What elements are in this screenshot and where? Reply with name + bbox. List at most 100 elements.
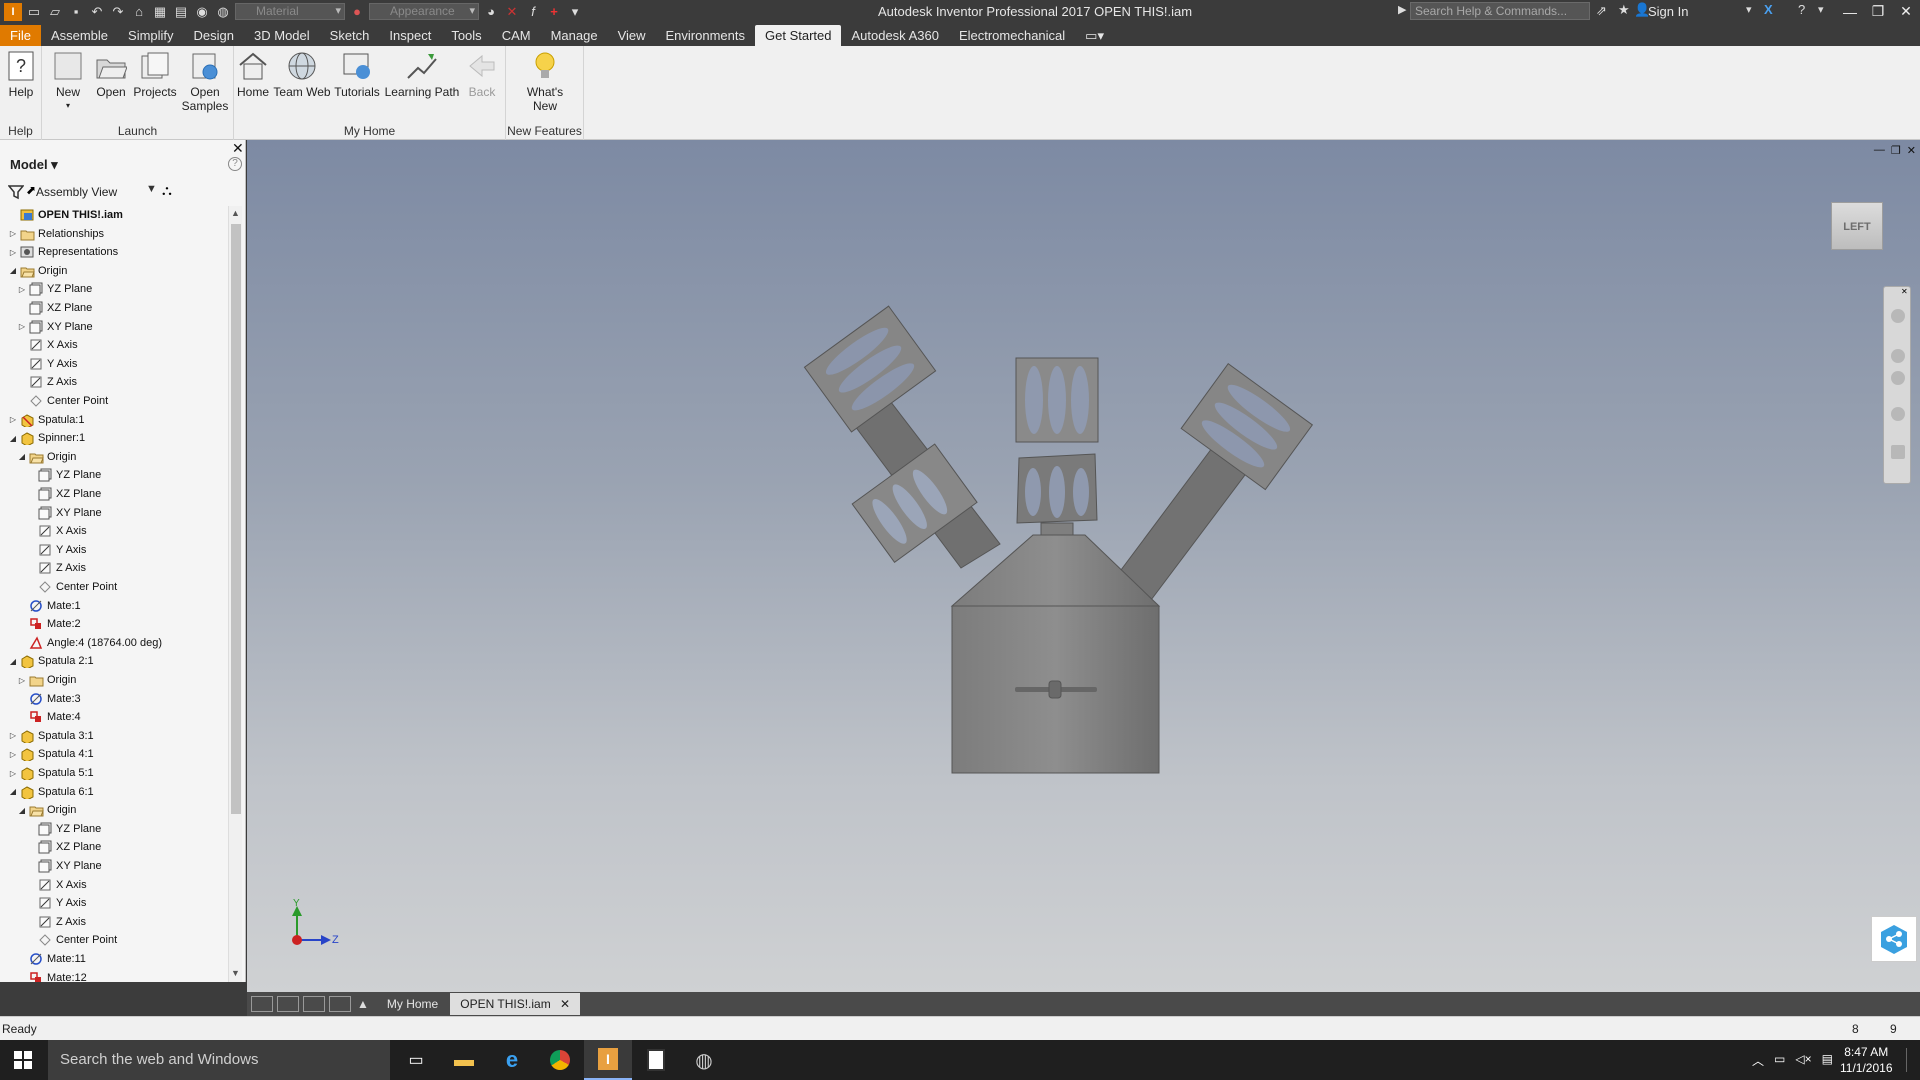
spinner-head[interactable] (1016, 453, 1098, 524)
adjust-icon[interactable]: ◕ (482, 3, 500, 21)
tree-node[interactable]: ◢ Spatula 2:1 (8, 652, 94, 670)
start-button[interactable] (0, 1040, 46, 1080)
tree-node[interactable]: ▷ Spatula 3:1 (8, 727, 94, 745)
tree-node[interactable]: Center Point (26, 578, 117, 596)
tab-inspect[interactable]: Inspect (379, 25, 441, 46)
tree-expander-icon[interactable]: ◢ (17, 452, 27, 461)
home-button[interactable]: Home (234, 50, 272, 99)
material-dropdown[interactable]: Material (235, 3, 345, 20)
tree-node[interactable]: XZ Plane (26, 485, 101, 503)
projects-button[interactable]: Projects (132, 50, 178, 99)
task-view-button[interactable]: ▭ (392, 1040, 440, 1080)
tree-node[interactable]: Center Point (17, 392, 108, 410)
home-icon[interactable]: ⌂ (130, 3, 148, 21)
maximize-icon[interactable]: ❐ (1864, 0, 1892, 23)
tree-node[interactable]: ◢ Origin (17, 448, 76, 466)
x-exchange-icon[interactable]: X (1764, 2, 1773, 17)
search-help-input[interactable]: Search Help & Commands... (1410, 2, 1590, 20)
tile-vertical-icon[interactable] (329, 996, 351, 1012)
parameters-icon[interactable]: f (524, 3, 542, 21)
tree-expander-icon[interactable]: ▷ (17, 322, 27, 331)
network-icon[interactable]: ▭ (1774, 1052, 1785, 1069)
tree-expander-icon[interactable]: ◢ (17, 806, 27, 815)
tree-node[interactable]: YZ Plane (26, 820, 101, 838)
tree-expander-icon[interactable]: ◢ (8, 657, 18, 666)
find-binoculars-icon[interactable]: ⛬ (162, 182, 172, 199)
tree-node[interactable]: Mate:3 (17, 690, 81, 708)
tree-node[interactable]: XY Plane (26, 504, 102, 522)
communication-icon[interactable]: ⇗ (1596, 3, 1607, 19)
spatula-top[interactable] (1015, 357, 1099, 443)
internet-explorer-button[interactable]: e (488, 1040, 536, 1080)
spatula-right[interactable] (1114, 363, 1314, 601)
tab-my-home[interactable]: My Home (377, 993, 448, 1015)
tree-node[interactable]: ◢ Spinner:1 (8, 429, 85, 447)
tab-get-started[interactable]: Get Started (755, 25, 842, 46)
favorites-icon[interactable]: ★ (1618, 2, 1630, 18)
sign-in-link[interactable]: Sign In (1648, 4, 1688, 19)
tree-expander-icon[interactable]: ◢ (8, 266, 18, 275)
share-view-button[interactable] (1871, 916, 1917, 962)
tree-node[interactable]: Mate:1 (17, 597, 81, 615)
tree-node[interactable]: XZ Plane (26, 838, 101, 856)
scroll-thumb[interactable] (231, 224, 241, 814)
tab-open-this-iam[interactable]: OPEN THIS!.iam ✕ (450, 993, 581, 1015)
tile-windows-icon[interactable] (277, 996, 299, 1012)
help-circle-icon[interactable]: ? (1798, 2, 1805, 17)
tab-electromechanical[interactable]: Electromechanical (949, 25, 1075, 46)
tree-node[interactable]: Z Axis (17, 373, 77, 391)
tree-node[interactable]: ▷ XY Plane (17, 318, 93, 336)
tree-node[interactable]: Mate:2 (17, 615, 81, 633)
tree-expander-icon[interactable]: ▷ (8, 769, 18, 778)
inventor-taskbar-button[interactable]: I (584, 1040, 632, 1080)
minimize-icon[interactable]: — (1836, 0, 1864, 23)
clear-appearance-icon[interactable]: ✕ (503, 3, 521, 21)
globe-icon[interactable]: ◍ (214, 3, 232, 21)
taskbar-search-input[interactable]: Search the web and Windows (48, 1040, 390, 1080)
tree-node[interactable]: ▷ Spatula 5:1 (8, 764, 94, 782)
new-button[interactable]: New ▾ (48, 50, 88, 113)
tab-view[interactable]: View (608, 25, 656, 46)
tree-node[interactable]: ▷ Origin (17, 671, 76, 689)
select-icon[interactable]: ▦ (151, 3, 169, 21)
paint-button[interactable]: ◍ (680, 1040, 728, 1080)
tree-node[interactable]: Y Axis (17, 355, 77, 373)
browser-close-icon[interactable]: ✕ (232, 140, 244, 157)
tree-node[interactable]: X Axis (26, 876, 87, 894)
tree-expander-icon[interactable]: ◢ (8, 434, 18, 443)
tree-node[interactable]: ◢ Spatula 6:1 (8, 783, 94, 801)
tab-environments[interactable]: Environments (656, 25, 755, 46)
tab-3d-model[interactable]: 3D Model (244, 25, 320, 46)
tree-node[interactable]: Y Axis (26, 541, 86, 559)
tree-node[interactable]: Z Axis (26, 913, 86, 931)
tab-cam[interactable]: CAM (492, 25, 541, 46)
file-explorer-button[interactable]: ▬ (440, 1040, 488, 1080)
tree-node[interactable]: ▷ Spatula:1 (8, 411, 84, 429)
inventor-logo-icon[interactable]: I (4, 2, 22, 21)
tray-chevron-icon[interactable]: ︿ (1752, 1052, 1764, 1069)
save-icon[interactable]: ▪ (67, 3, 85, 21)
assembly-view-dropdown[interactable]: Assembly View (36, 185, 117, 199)
tree-node[interactable]: Y Axis (26, 894, 86, 912)
tab-tools[interactable]: Tools (441, 25, 491, 46)
tree-node[interactable]: XY Plane (26, 857, 102, 875)
tab-autodesk-a360[interactable]: Autodesk A360 (841, 25, 948, 46)
tile-horizontal-icon[interactable] (303, 996, 325, 1012)
keyboard-icon[interactable]: ▤ (1822, 1052, 1833, 1069)
team-web-button[interactable]: Team Web (272, 50, 332, 99)
tree-expander-icon[interactable]: ▷ (8, 731, 18, 740)
tree-node[interactable]: Center Point (26, 931, 117, 949)
scroll-up-icon[interactable]: ▲ (231, 208, 240, 218)
tab-close-icon[interactable]: ✕ (560, 997, 570, 1011)
filter-icon[interactable] (8, 184, 24, 200)
search-arrow-icon[interactable]: ▶ (1398, 3, 1406, 16)
document-list-icon[interactable]: ▲ (357, 997, 369, 1011)
open-icon[interactable]: ▱ (46, 3, 64, 21)
chrome-button[interactable] (536, 1040, 584, 1080)
tree-expander-icon[interactable]: ▷ (8, 229, 18, 238)
new-icon[interactable]: ▭ (25, 3, 43, 21)
browser-scrollbar[interactable]: ▲ ▼ (228, 206, 242, 982)
ribbon-extra-dropdown-icon[interactable]: ▭▾ (1075, 25, 1114, 46)
graphics-viewport[interactable]: — ❐ ✕ LEFT ✕ Y Z (247, 140, 1920, 992)
tree-expander-icon[interactable]: ▷ (8, 415, 18, 424)
